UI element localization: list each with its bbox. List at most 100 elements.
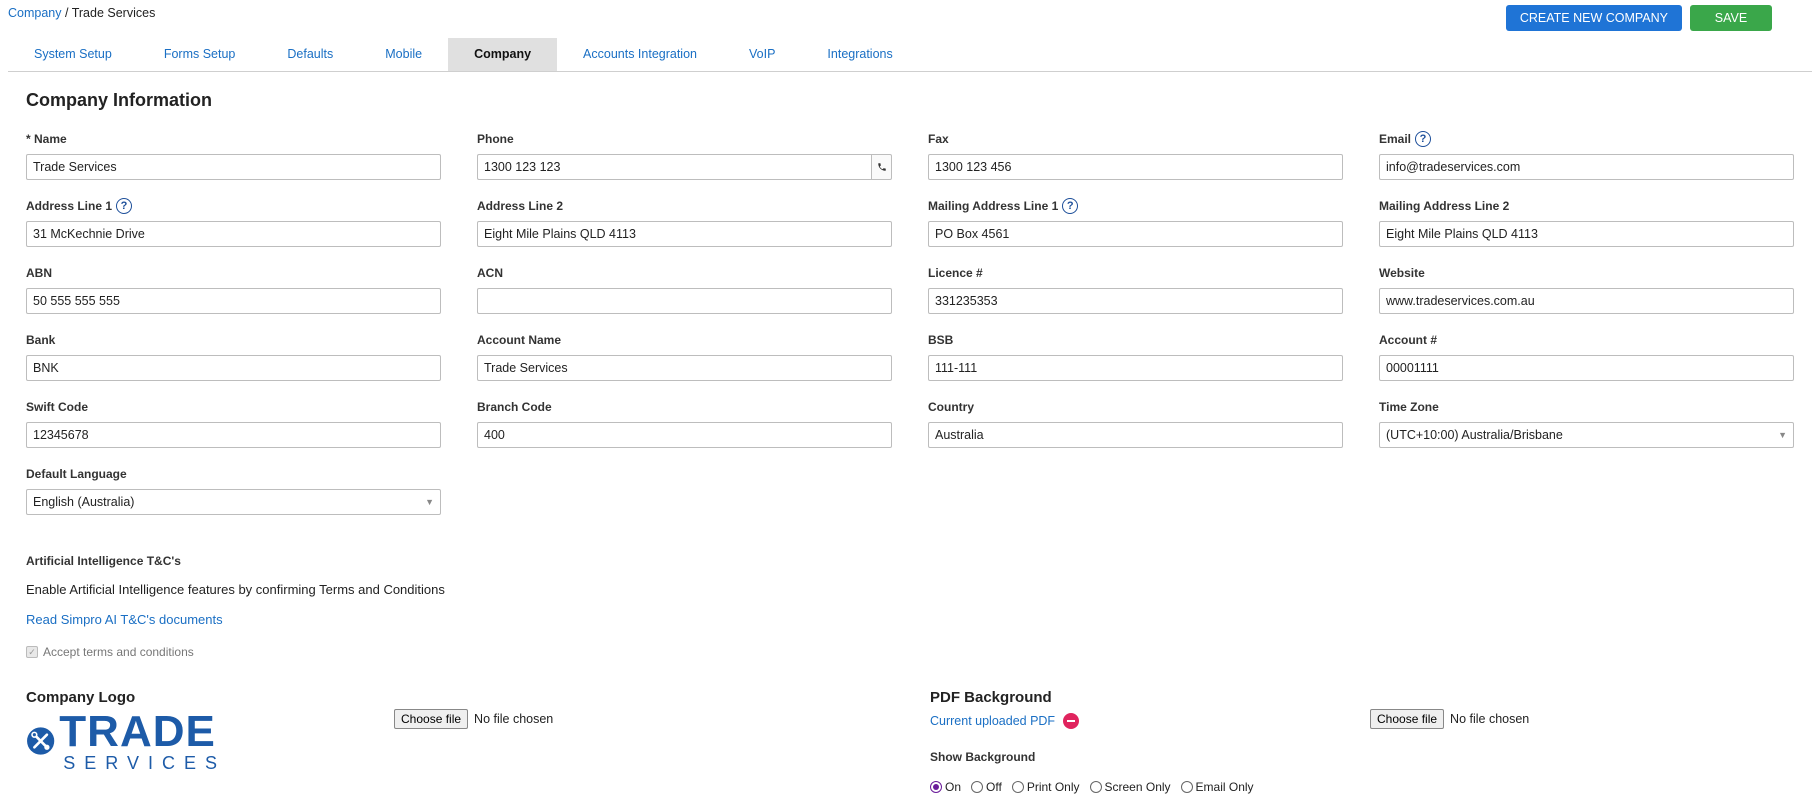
current-pdf-link[interactable]: Current uploaded PDF (930, 714, 1055, 728)
mailing1-input[interactable] (928, 221, 1343, 247)
licence-input[interactable] (928, 288, 1343, 314)
swift-label-text: Swift Code (26, 400, 88, 414)
ai-docs-link[interactable]: Read Simpro AI T&C's documents (26, 612, 223, 627)
help-icon[interactable]: ? (1062, 198, 1079, 214)
radio-screen-only[interactable]: Screen Only (1089, 780, 1171, 794)
language-label: Default Language (26, 464, 441, 484)
licence-label-text: Licence # (928, 266, 983, 280)
tab-voip[interactable]: VoIP (723, 38, 801, 71)
account-name-label: Account Name (477, 330, 892, 350)
account-number-label-text: Account # (1379, 333, 1438, 347)
help-icon[interactable]: ? (1415, 131, 1432, 147)
name-label: * Name (26, 129, 441, 149)
tab-mobile[interactable]: Mobile (359, 38, 448, 71)
create-new-company-button[interactable]: CREATE NEW COMPANY (1505, 5, 1682, 31)
remove-icon[interactable] (1063, 713, 1080, 729)
bsb-label: BSB (928, 330, 1343, 350)
tab-forms-setup[interactable]: Forms Setup (138, 38, 262, 71)
swift-field-group: Swift Code (26, 397, 441, 464)
timezone-label: Time Zone (1379, 397, 1794, 417)
chevron-down-icon: ▼ (425, 497, 434, 507)
pdf-choose-file-button[interactable]: Choose file (1370, 709, 1445, 729)
logo-choose-file-button[interactable]: Choose file (394, 709, 469, 729)
country-field-group: Country (928, 397, 1343, 464)
radio-on-circle[interactable] (930, 781, 942, 793)
tab-defaults[interactable]: Defaults (261, 38, 359, 71)
language-select[interactable]: English (Australia) ▼ (26, 489, 441, 515)
fax-label-text: Fax (928, 132, 949, 146)
branch-input[interactable] (477, 422, 892, 448)
radio-off-circle[interactable] (971, 781, 984, 793)
abn-input[interactable] (26, 288, 441, 314)
language-value: English (Australia) (33, 495, 135, 509)
radio-email-only-circle[interactable] (1180, 781, 1193, 793)
logo-no-file-label: No file chosen (474, 712, 554, 726)
pdf-file-input: Choose file No file chosen (1370, 709, 1529, 729)
acn-input[interactable] (477, 288, 892, 314)
tab-accounts-integration[interactable]: Accounts Integration (557, 38, 723, 71)
account-number-input[interactable] (1379, 355, 1794, 381)
timezone-label-text: Time Zone (1379, 400, 1439, 414)
accept-terms-checkbox[interactable]: ✓ (26, 646, 38, 658)
account-name-label-text: Account Name (477, 333, 562, 347)
licence-field-group: Licence # (928, 263, 1343, 330)
breadcrumb-separator: / (64, 6, 69, 20)
tab-system-setup[interactable]: System Setup (8, 38, 138, 71)
timezone-select[interactable]: (UTC+10:00) Australia/Brisbane ▼ (1379, 422, 1794, 448)
swift-label: Swift Code (26, 397, 441, 417)
pdf-current-row: Current uploaded PDF (930, 713, 1080, 729)
fax-label: Fax (928, 129, 1343, 149)
radio-off[interactable]: Off (971, 780, 1002, 794)
address2-input[interactable] (477, 221, 892, 247)
radio-on-label: On (945, 780, 962, 794)
website-field-group: Website (1379, 263, 1794, 330)
chevron-down-icon: ▼ (1778, 430, 1787, 440)
phone-input[interactable] (477, 154, 871, 180)
email-label-text: Email (1379, 132, 1412, 146)
company-logo-image: TRADE SERVICES (26, 710, 226, 772)
radio-print-only-circle[interactable] (1011, 781, 1024, 793)
show-background-radio-group: On Off Print Only Screen Only Email Only (930, 780, 1254, 794)
breadcrumb-company-link[interactable]: Company (8, 6, 62, 20)
website-label: Website (1379, 263, 1794, 283)
bank-field-group: Bank (26, 330, 441, 397)
logo-file-input: Choose file No file chosen (394, 709, 553, 729)
ai-accept-checkbox-row: ✓ Accept terms and conditions (26, 645, 194, 659)
email-label: Email? (1379, 129, 1794, 149)
account-name-input[interactable] (477, 355, 892, 381)
address2-label-text: Address Line 2 (477, 199, 564, 213)
radio-screen-only-circle[interactable] (1089, 781, 1102, 793)
phone-icon[interactable] (871, 154, 892, 180)
show-background-label: Show Background (930, 750, 1036, 764)
address2-field-group: Address Line 2 (477, 196, 892, 263)
website-input[interactable] (1379, 288, 1794, 314)
website-label-text: Website (1379, 266, 1425, 280)
radio-on[interactable]: On (930, 780, 961, 794)
address1-label-text: Address Line 1 (26, 199, 113, 213)
fax-input[interactable] (928, 154, 1343, 180)
email-input[interactable] (1379, 154, 1794, 180)
tab-company[interactable]: Company (448, 38, 558, 71)
help-icon[interactable]: ? (116, 198, 133, 214)
bank-input[interactable] (26, 355, 441, 381)
address2-label: Address Line 2 (477, 196, 892, 216)
bsb-input[interactable] (928, 355, 1343, 381)
acn-field-group: ACN (477, 263, 892, 330)
save-button[interactable]: SAVE (1690, 5, 1772, 31)
licence-label: Licence # (928, 263, 1343, 283)
name-input[interactable] (26, 154, 441, 180)
radio-email-only[interactable]: Email Only (1180, 780, 1254, 794)
branch-label: Branch Code (477, 397, 892, 417)
radio-print-only[interactable]: Print Only (1011, 780, 1080, 794)
country-input[interactable] (928, 422, 1343, 448)
settings-tabs: System Setup Forms Setup Defaults Mobile… (8, 38, 1812, 72)
name-field-group: * Name (26, 129, 441, 196)
swift-input[interactable] (26, 422, 441, 448)
tab-integrations[interactable]: Integrations (801, 38, 918, 71)
bsb-label-text: BSB (928, 333, 954, 347)
radio-screen-only-label: Screen Only (1104, 780, 1171, 794)
pdf-background-title: PDF Background (930, 689, 1052, 706)
radio-print-only-label: Print Only (1026, 780, 1080, 794)
address1-input[interactable] (26, 221, 441, 247)
mailing2-input[interactable] (1379, 221, 1794, 247)
